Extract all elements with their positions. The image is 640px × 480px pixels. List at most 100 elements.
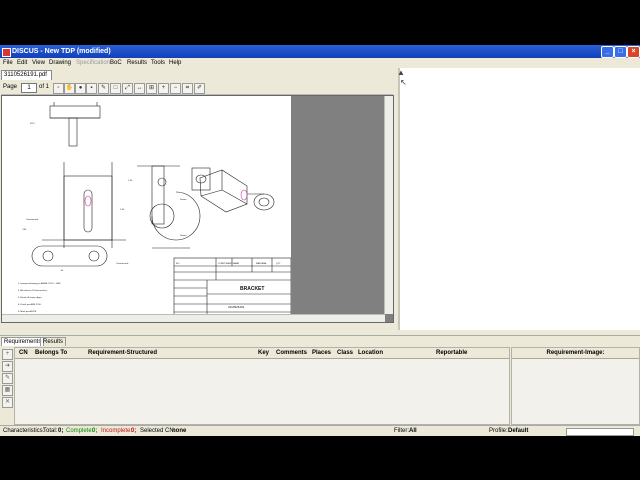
minimize-button[interactable]: _ (601, 46, 614, 58)
column-header-places[interactable]: Places (312, 348, 331, 358)
menu-bar: File Edit View Drawing Specification BoC… (0, 58, 640, 68)
status-selected-value: none (172, 428, 187, 434)
requirements-grid[interactable]: CN Belongs To Requirement-Structured Key… (14, 347, 510, 425)
menu-tools[interactable]: Tools (151, 58, 165, 68)
status-total-value: 0; (58, 428, 64, 434)
edit-icon[interactable]: ✎ (2, 373, 13, 384)
title-block-part-number: 3110526191 (228, 305, 245, 309)
drawing-page: R.12 Countersunk .250 1.50 1.00 .50 Coun… (2, 96, 292, 321)
zoom-out-icon[interactable]: − (170, 83, 181, 94)
status-filter-value: All (409, 428, 417, 434)
svg-text:MATERIAL: MATERIAL (256, 262, 268, 265)
viewer-vertical-scrollbar[interactable] (384, 96, 393, 314)
title-block-title: BRACKET (240, 286, 264, 292)
svg-text:.250: .250 (22, 229, 27, 231)
status-filter-label: Filter: (394, 428, 409, 434)
hand-tool-icon[interactable]: ✋ (64, 83, 75, 94)
svg-text:Datum: Datum (180, 198, 187, 201)
svg-text:R.12: R.12 (30, 123, 35, 125)
select-tool-icon[interactable]: ▫ (53, 83, 64, 94)
stamp-tool-icon[interactable]: ▪ (86, 83, 97, 94)
menu-help[interactable]: Help (169, 58, 181, 68)
column-header-belongs-to[interactable]: Belongs To (35, 348, 67, 358)
requirement-image-title: Requirement-Image: (512, 348, 639, 359)
app-icon (2, 48, 11, 57)
zoom-in-icon[interactable]: + (158, 83, 169, 94)
menu-results[interactable]: Results (127, 58, 147, 68)
document-pane: 3110526191.pdf Page 1 of 1 ▫ ✋ ● ▪ ✎ □ ⤢… (0, 68, 395, 330)
menu-specification[interactable]: Specification (76, 58, 110, 68)
svg-text:1.50: 1.50 (128, 180, 133, 182)
status-profile-label: Profile: (489, 428, 508, 434)
window-title: DISCUS - New TDP (modified) (12, 48, 111, 55)
column-header-requirement-structured[interactable]: Requirement-Structured (88, 348, 157, 358)
forward-icon[interactable]: ➜ (2, 361, 13, 372)
svg-text:COMPONENT NAME: COMPONENT NAME (218, 262, 240, 265)
status-bar: Characteristics: Total: 0; Complete: 0; … (0, 425, 640, 436)
title-bar[interactable]: DISCUS - New TDP (modified) _ □ × (0, 45, 640, 58)
status-complete-label: Complete: (66, 428, 94, 434)
tab-requirements[interactable]: Requirements (1, 337, 45, 346)
highlight-tool-icon[interactable]: ● (75, 83, 86, 94)
svg-text:.50: .50 (60, 270, 64, 272)
status-incomplete-value: 0; (131, 428, 137, 434)
column-header-cn[interactable]: CN (19, 348, 28, 358)
fit-page-icon[interactable]: ⤢ (122, 83, 133, 94)
page-label: Page (3, 84, 18, 90)
measure-tool-icon[interactable]: ⌗ (182, 83, 193, 94)
pdf-viewer[interactable]: R.12 Countersunk .250 1.50 1.00 .50 Coun… (1, 95, 394, 323)
viewer-horizontal-scrollbar[interactable] (2, 314, 385, 322)
menu-drawing[interactable]: Drawing (49, 58, 71, 68)
requirements-side-toolbar: + ➜ ✎ ▦ ✕ (1, 347, 13, 423)
column-header-class[interactable]: Class (337, 348, 353, 358)
discus-application-window: DISCUS - New TDP (modified) _ □ × File E… (0, 45, 640, 436)
column-header-key[interactable]: Key (258, 348, 269, 358)
status-profile-value: Default (508, 428, 529, 434)
svg-text:1.00: 1.00 (120, 209, 125, 211)
status-progress-field (566, 428, 634, 436)
menu-edit[interactable]: Edit (17, 58, 27, 68)
drawing-note: 2. All surfaces 63 microinches. (18, 289, 48, 292)
fit-width-icon[interactable]: ↔ (134, 83, 145, 94)
viewer-toolbar: Page 1 of 1 ▫ ✋ ● ▪ ✎ □ ⤢ ↔ ⊞ + − ⌗ ✐ (1, 81, 393, 95)
drawing-note: 5. Mark per AS478. (18, 310, 37, 313)
engineering-drawing: R.12 Countersunk .250 1.50 1.00 .50 Coun… (18, 102, 292, 321)
page-number-input[interactable]: 1 (21, 83, 37, 93)
pencil-tool-icon[interactable]: ✎ (98, 83, 109, 94)
close-button[interactable]: × (627, 46, 640, 58)
svg-text:Datum: Datum (180, 234, 187, 237)
svg-text:Countersunk: Countersunk (26, 218, 39, 221)
annotate-tool-icon[interactable]: ✐ (194, 83, 205, 94)
status-incomplete-label: Incomplete: (101, 428, 133, 434)
add-requirement-icon[interactable]: + (2, 349, 13, 360)
status-total-label: Total: (43, 428, 58, 434)
tab-results[interactable]: Results (40, 337, 67, 346)
maximize-button[interactable]: □ (614, 46, 627, 58)
requirement-image-panel: Requirement-Image: (511, 347, 640, 425)
grid-header: CN Belongs To Requirement-Structured Key… (15, 348, 509, 359)
requirements-pane: Requirements Results + ➜ ✎ ▦ ✕ CN Belong… (0, 335, 640, 425)
menu-file[interactable]: File (3, 58, 13, 68)
mouse-cursor-icon: ↖ (400, 78, 407, 87)
column-header-location[interactable]: Location (358, 348, 383, 358)
menu-boc[interactable]: BoC (110, 58, 122, 68)
svg-text:NO: NO (176, 263, 180, 265)
table-icon[interactable]: ▦ (2, 385, 13, 396)
zoom-box-icon[interactable]: ⊞ (146, 83, 157, 94)
page-count-label: of 1 (39, 84, 50, 90)
status-characteristics-label: Characteristics: (3, 428, 45, 434)
tools-icon[interactable]: ✕ (2, 397, 13, 408)
column-header-comments[interactable]: Comments (276, 348, 307, 358)
rectangle-tool-icon[interactable]: □ (110, 83, 121, 94)
menu-view[interactable]: View (32, 58, 45, 68)
status-complete-value: 0; (92, 428, 98, 434)
detail-pane: ▲ ↖ (397, 68, 640, 330)
splitter-arrow-icon[interactable]: ▲ (397, 68, 405, 77)
drawing-note: 4. Finish per AMS 2700. (18, 303, 42, 306)
status-selected-label: Selected CN: (140, 428, 176, 434)
drawing-note: 1. Interpret drawing per ASME Y14.5 - 19… (18, 282, 61, 285)
document-tab[interactable]: 3110526191.pdf (1, 70, 52, 80)
column-header-reportable[interactable]: Reportable (436, 348, 467, 358)
svg-text:Countersunk: Countersunk (116, 262, 129, 265)
svg-text:QTY: QTY (276, 263, 281, 265)
